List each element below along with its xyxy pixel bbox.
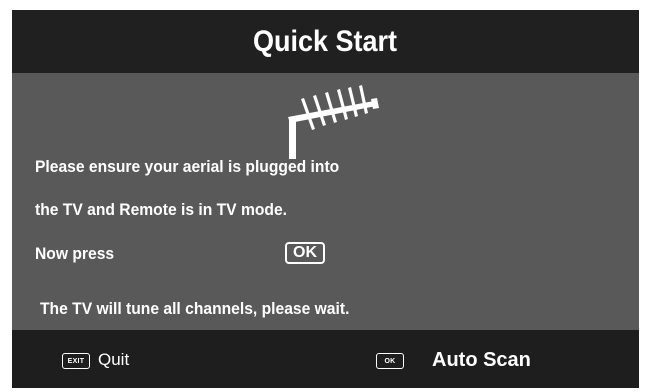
now-press-label: Now press: [35, 244, 115, 263]
footer-bar: EXIT Quit OK Auto Scan: [12, 330, 639, 388]
quick-start-dialog: Quick Start Please ensure your aerial is…: [12, 10, 639, 388]
ok-key-small-label: OK: [384, 357, 396, 365]
ok-key-icon: OK: [285, 242, 325, 264]
instruction-line-1: Please ensure your aerial is plugged int…: [35, 157, 340, 176]
tune-message: The TV will tune all channels, please wa…: [40, 299, 350, 318]
quit-label: Quit: [98, 350, 130, 369]
auto-scan-button[interactable]: OK Auto Scan: [367, 330, 567, 388]
exit-key-icon: EXIT: [62, 353, 90, 369]
antenna-icon: [288, 85, 379, 159]
page-title: Quick Start: [253, 24, 398, 58]
instruction-line-2: the TV and Remote is in TV mode.: [35, 200, 288, 219]
quit-button[interactable]: EXIT Quit: [52, 330, 162, 388]
ok-key-icon: OK: [376, 353, 404, 369]
title-bar: Quick Start: [12, 10, 639, 73]
auto-scan-label: Auto Scan: [432, 349, 531, 371]
exit-key-label: EXIT: [67, 357, 85, 365]
ok-key-label: OK: [293, 244, 317, 261]
